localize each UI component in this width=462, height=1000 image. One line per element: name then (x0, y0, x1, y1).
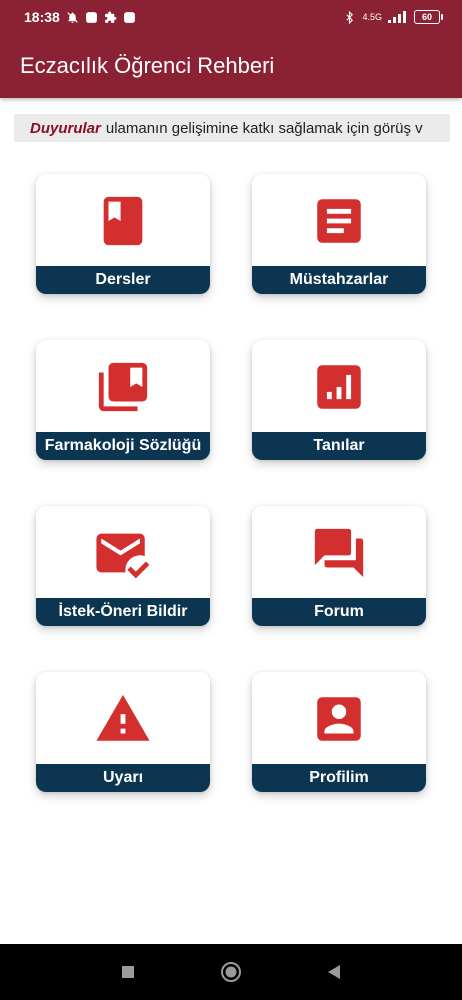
muted-notification-icon (67, 11, 78, 23)
status-notification-icons (66, 11, 136, 24)
menu-card-label: Profilim (252, 764, 426, 792)
menu-card-label: Uyarı (36, 764, 210, 792)
menu-card-label: Forum (252, 598, 426, 626)
status-time: 18:38 (24, 9, 60, 25)
forum-icon (314, 528, 364, 577)
app-notification-icon (85, 11, 97, 23)
menu-card-label: Tanılar (252, 432, 426, 460)
network-type: 4.5G (362, 12, 382, 22)
menu-card-dersler[interactable]: Dersler (36, 174, 210, 294)
announcement-text: ulamanın gelişimine katkı sağlamak için … (105, 119, 423, 137)
menu-card-profilim[interactable]: Profilim (252, 672, 426, 792)
signal-icon (388, 11, 406, 23)
page-title: Eczacılık Öğrenci Rehberi (20, 53, 275, 78)
menu-card-farmakoloji-sozlugu[interactable]: Farmakoloji Sözlüğü (36, 340, 210, 460)
menu-card-label: Müstahzarlar (252, 266, 426, 294)
mail-check-icon (96, 533, 150, 578)
menu-card-label: Farmakoloji Sözlüğü (36, 432, 210, 460)
menu-card-istek-oneri-bildir[interactable]: İstek-Öneri Bildir (36, 506, 210, 626)
bluetooth-icon (346, 10, 354, 24)
app-bar: Eczacılık Öğrenci Rehberi (0, 34, 462, 98)
status-system-icons: 4.5G 60 (343, 10, 443, 24)
battery-icon: 60 (414, 10, 443, 24)
back-icon[interactable] (324, 962, 344, 982)
menu-card-forum[interactable]: Forum (252, 506, 426, 626)
recent-apps-icon[interactable] (118, 962, 138, 982)
menu-card-mustahzarlar[interactable]: Müstahzarlar (252, 174, 426, 294)
menu-card-uyari[interactable]: Uyarı (36, 672, 210, 792)
status-bar: 18:38 4.5G 60 (0, 0, 462, 34)
menu-card-label: İstek-Öneri Bildir (36, 598, 210, 626)
warning-icon (96, 694, 150, 741)
system-nav-bar (0, 944, 462, 1000)
battery-level: 60 (421, 12, 432, 22)
puzzle-icon (104, 11, 117, 23)
book-icon (103, 196, 143, 245)
bar-chart-icon (317, 364, 361, 409)
announcement-title: Duyurular (30, 119, 101, 137)
menu-card-label: Dersler (36, 266, 210, 294)
menu-card-tanilar[interactable]: Tanılar (252, 340, 426, 460)
announcement-ticker[interactable]: Duyurular ulamanın gelişimine katkı sağl… (14, 114, 450, 142)
home-icon[interactable] (220, 961, 242, 983)
profile-icon (317, 696, 361, 741)
app-notification-icon (123, 11, 135, 23)
library-icon (98, 362, 148, 411)
document-icon (317, 198, 361, 243)
